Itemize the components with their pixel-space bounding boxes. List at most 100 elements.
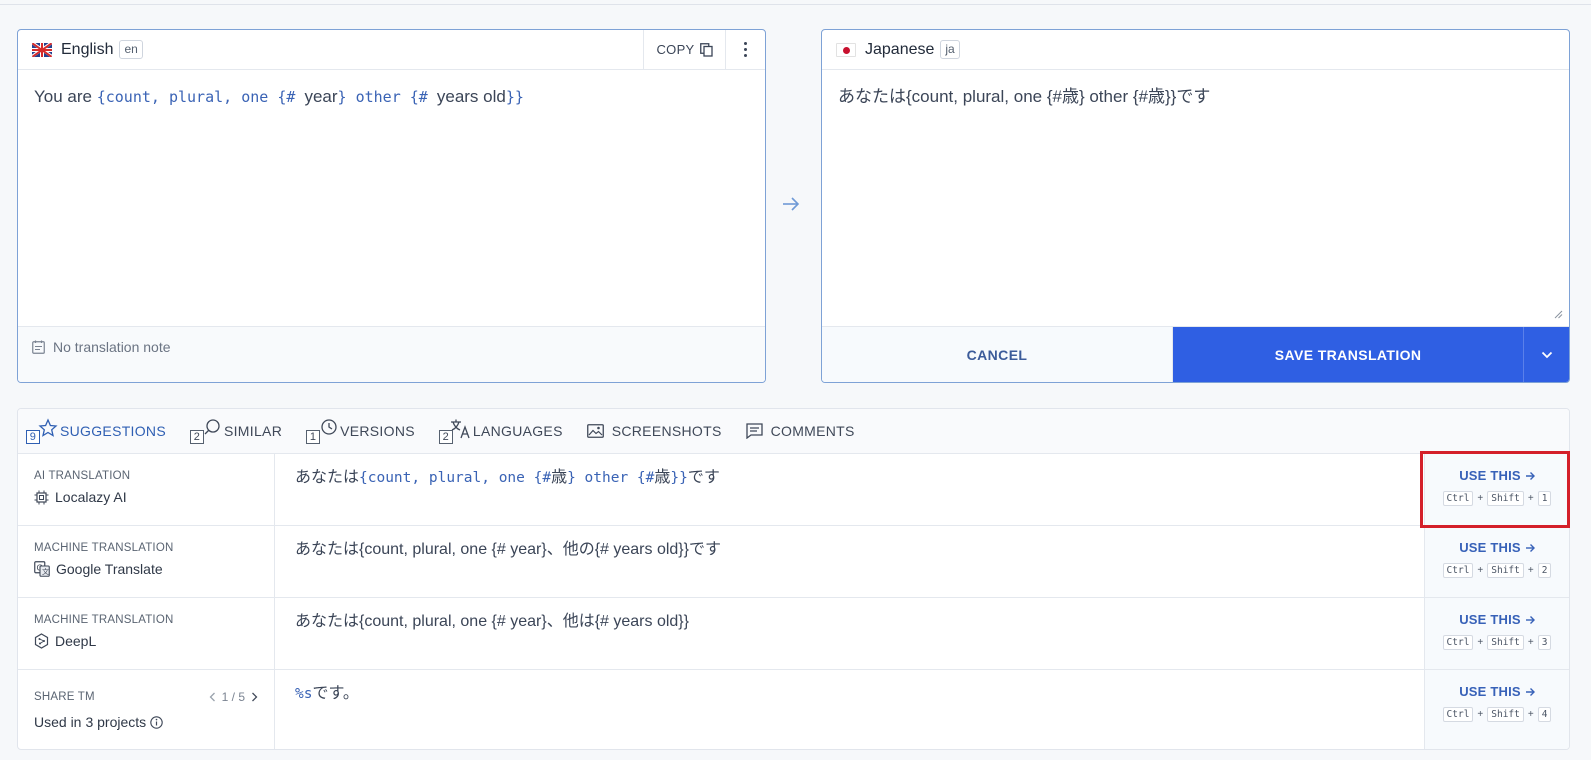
image-icon (586, 424, 604, 438)
note-icon (32, 340, 45, 354)
source-text-prefix: You are (34, 87, 97, 106)
chevron-down-icon (1541, 351, 1552, 359)
google-translate-icon: G文 (34, 561, 50, 577)
used-in-projects: Used in 3 projects (34, 714, 258, 730)
suggestion-code-2: } other {# (567, 470, 655, 486)
suggestion-engine-name: Localazy AI (55, 489, 127, 505)
target-header: Japanese ja (822, 30, 1569, 70)
suggestion-code-3: }} (670, 470, 688, 486)
suggestion-text: %sです。 (275, 670, 1424, 749)
suggestion-engine-name: DeepL (55, 633, 97, 649)
more-vertical-icon (744, 42, 747, 57)
kbd-ctrl: Ctrl (1442, 491, 1474, 506)
suggestion-source: MACHINE TRANSLATION G文 Google Translate (18, 526, 275, 597)
tab-suggestions-label: SUGGESTIONS (60, 423, 166, 439)
tab-comments[interactable]: COMMENTS (745, 423, 855, 439)
suggestion-code: %s (295, 686, 313, 702)
used-in-prefix: Used in (34, 714, 82, 730)
suggestion-code-1: {count, plural, one {# (359, 470, 552, 486)
kbd-number: 4 (1537, 707, 1552, 722)
tab-similar-count: 2 (189, 430, 204, 444)
arrow-right-icon (1525, 543, 1535, 552)
suggestion-row: AI TRANSLATION Localazy AI あなたは{count, p… (18, 454, 1569, 526)
top-bar-edge (0, 0, 1591, 5)
suggestion-text: あなたは{count, plural, one {#歳} other {#歳}}… (275, 454, 1424, 525)
resize-handle-icon[interactable] (1553, 309, 1563, 319)
share-tm-header: SHARE TM 1 / 5 (34, 690, 258, 704)
suggestion-engine-name: Google Translate (56, 561, 163, 577)
suggestion-source: SHARE TM 1 / 5 Used in 3 projects (18, 670, 275, 749)
use-this-label: USE THIS (1459, 540, 1521, 555)
use-this-label: USE THIS (1459, 468, 1521, 483)
more-options-button[interactable] (725, 30, 765, 69)
svg-text:文: 文 (42, 567, 49, 576)
use-this-label: USE THIS (1459, 684, 1521, 699)
search-icon: 2 (189, 418, 222, 444)
copy-label: COPY (656, 42, 695, 57)
suggestion-engine: DeepL (34, 633, 258, 649)
tab-languages-count: 2 (438, 430, 453, 444)
copy-button[interactable]: COPY (643, 30, 725, 69)
keyboard-shortcut: Ctrl + Shift +1 (1442, 491, 1552, 506)
source-header: English en COPY (18, 30, 765, 70)
tm-pager: 1 / 5 (209, 690, 258, 704)
cancel-button[interactable]: CANCEL (822, 327, 1174, 382)
suggestion-row: SHARE TM 1 / 5 Used in 3 projects %sです。 … (18, 670, 1569, 749)
arrow-right-icon (1525, 687, 1535, 696)
chevron-left-icon[interactable] (209, 692, 216, 702)
use-this-button[interactable]: USE THIS (1459, 684, 1535, 699)
japan-flag-icon (836, 42, 856, 57)
save-translation-button[interactable]: SAVE TRANSLATION (1173, 327, 1524, 382)
star-icon: 9 (26, 418, 58, 444)
deepl-icon (34, 633, 49, 649)
tab-similar[interactable]: 2 SIMILAR (189, 418, 283, 444)
tab-languages[interactable]: 2 LANGUAGES (438, 418, 563, 444)
kbd-shift: Shift (1487, 707, 1524, 722)
kbd-ctrl: Ctrl (1442, 563, 1474, 578)
source-word-year: year (304, 87, 338, 106)
arrow-right-icon (1525, 615, 1535, 624)
suggestion-type: SHARE TM (34, 691, 95, 703)
target-panel: Japanese ja あなたは{count, plural, one {#歳}… (821, 29, 1570, 383)
suggestion-jp-1: 歳 (551, 469, 568, 486)
tab-versions-label: VERSIONS (340, 423, 415, 439)
uk-flag-icon (32, 42, 52, 57)
suggestion-type: MACHINE TRANSLATION (34, 614, 174, 626)
kbd-shift: Shift (1487, 635, 1524, 650)
use-this-button[interactable]: USE THIS (1459, 540, 1535, 555)
arrow-right-icon (783, 197, 800, 211)
source-text: You are {count, plural, one {# year} oth… (18, 70, 765, 124)
save-options-dropdown[interactable] (1523, 327, 1569, 382)
tm-pager-label: 1 / 5 (221, 690, 245, 704)
tab-suggestions[interactable]: 9 SUGGESTIONS (26, 418, 166, 444)
suggestion-type: MACHINE TRANSLATION (34, 542, 174, 554)
suggestion-text: あなたは{count, plural, one {# year}、他の{# ye… (295, 541, 721, 558)
suggestion-text-prefix: あなたは (295, 469, 360, 486)
info-icon[interactable] (150, 715, 163, 729)
target-language-name: Japanese (865, 40, 935, 58)
tab-languages-label: LANGUAGES (472, 423, 563, 439)
target-text-editor[interactable]: あなたは{count, plural, one {#歳} other {#歳}}… (822, 70, 1569, 124)
source-panel: English en COPY You are {count, plural, … (17, 29, 766, 383)
translation-note-text: No translation note (53, 339, 171, 355)
tab-versions[interactable]: 1 VERSIONS (306, 418, 415, 444)
suggestion-jp-2: 歳 (654, 469, 671, 486)
kbd-ctrl: Ctrl (1442, 707, 1474, 722)
tab-similar-label: SIMILAR (223, 423, 283, 439)
target-language-code: ja (940, 40, 960, 59)
translation-note[interactable]: No translation note (18, 326, 765, 382)
source-token-mid: } other {# (337, 88, 437, 106)
copy-icon (699, 42, 713, 57)
keyboard-shortcut: Ctrl + Shift +4 (1442, 707, 1552, 722)
kbd-ctrl: Ctrl (1442, 635, 1474, 650)
kbd-number: 3 (1537, 635, 1552, 650)
use-this-button[interactable]: USE THIS (1459, 468, 1535, 483)
suggestion-text-suffix: です (687, 469, 720, 486)
kbd-number: 2 (1537, 563, 1552, 578)
tab-screenshots[interactable]: SCREENSHOTS (586, 423, 722, 439)
suggestion-text: あなたは{count, plural, one {# year}、他は{# ye… (295, 613, 689, 630)
suggestion-source: AI TRANSLATION Localazy AI (18, 454, 275, 525)
use-this-button[interactable]: USE THIS (1459, 612, 1535, 627)
chevron-right-icon[interactable] (251, 692, 258, 702)
source-token-close: }} (505, 88, 524, 106)
